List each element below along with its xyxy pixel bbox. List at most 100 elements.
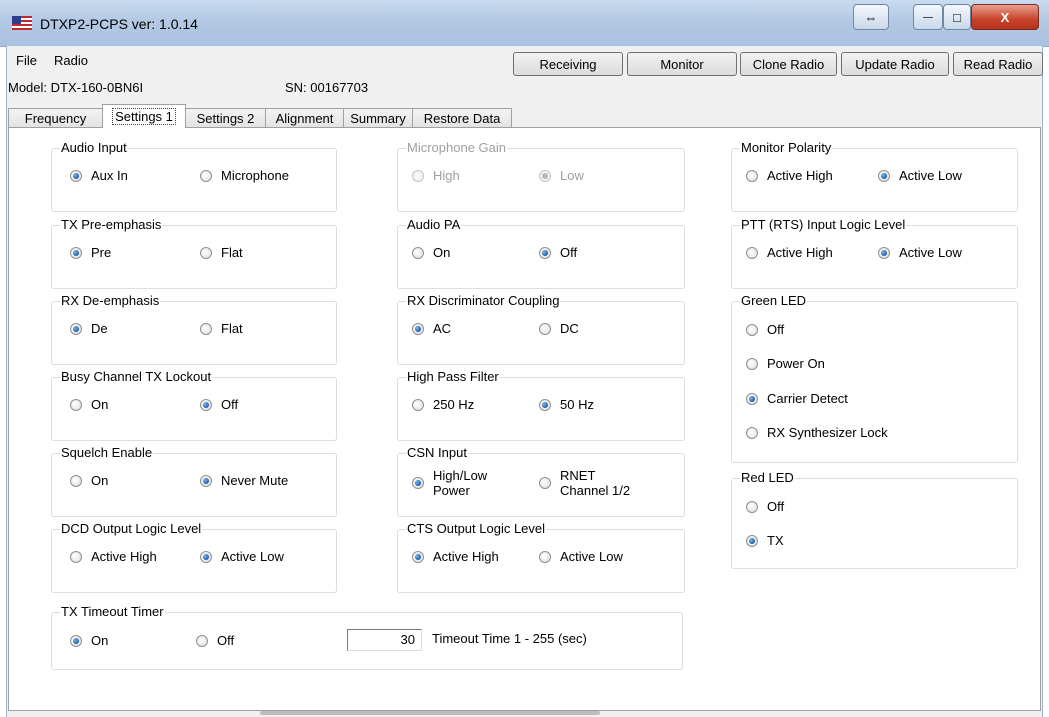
- red-led-tx-radio[interactable]: TX: [746, 533, 784, 548]
- monitor-button[interactable]: Monitor: [627, 52, 737, 76]
- rx-deemphasis-de-radio[interactable]: De: [70, 321, 108, 336]
- timeout-time-label: Timeout Time 1 - 255 (sec): [432, 631, 587, 646]
- radio-button[interactable]: [539, 398, 551, 411]
- radio-button[interactable]: [878, 246, 890, 259]
- monitor-active-high-radio[interactable]: Active High: [746, 168, 833, 183]
- read-radio-button[interactable]: Read Radio: [953, 52, 1043, 76]
- group-label: Green LED: [740, 293, 808, 309]
- rx-deemphasis-flat-radio[interactable]: Flat: [200, 321, 243, 336]
- csn-rnet-channel-radio[interactable]: RNET Channel 1/2: [539, 468, 640, 498]
- group-label: Monitor Polarity: [740, 140, 833, 156]
- green-led-carrier-detect-radio[interactable]: Carrier Detect: [746, 391, 848, 406]
- tx-preemphasis-flat-radio[interactable]: Flat: [200, 245, 243, 260]
- rx-deemphasis-group: RX De-emphasis De Flat: [51, 293, 337, 365]
- update-radio-button[interactable]: Update Radio: [841, 52, 949, 76]
- rx-disc-ac-radio[interactable]: AC: [412, 321, 451, 336]
- radio-button[interactable]: [200, 322, 212, 335]
- radio-button[interactable]: [70, 246, 82, 259]
- radio-button[interactable]: [746, 357, 758, 370]
- busy-channel-off-radio[interactable]: Off: [200, 397, 238, 412]
- audio-input-aux-in-radio[interactable]: Aux In: [70, 168, 128, 183]
- horizontal-scrollbar[interactable]: [260, 711, 600, 715]
- clone-radio-button[interactable]: Clone Radio: [740, 52, 837, 76]
- ptt-active-low-radio[interactable]: Active Low: [878, 245, 962, 260]
- radio-button[interactable]: [746, 169, 758, 182]
- cts-output-group: CTS Output Logic Level Active High Activ…: [397, 521, 685, 593]
- cts-active-low-radio[interactable]: Active Low: [539, 549, 623, 564]
- rx-disc-dc-radio[interactable]: DC: [539, 321, 579, 336]
- radio-button[interactable]: [412, 477, 424, 489]
- dcd-active-high-radio[interactable]: Active High: [70, 549, 157, 564]
- radio-button[interactable]: [539, 550, 551, 563]
- tab-settings-2[interactable]: Settings 2: [185, 108, 266, 127]
- us-flag-icon: [12, 16, 32, 30]
- radio-button[interactable]: [70, 322, 82, 335]
- radio-button[interactable]: [746, 392, 758, 405]
- tab-settings-1[interactable]: Settings 1: [102, 104, 186, 128]
- audio-pa-off-radio[interactable]: Off: [539, 245, 577, 260]
- close-button[interactable]: X: [971, 4, 1039, 30]
- cts-active-high-radio[interactable]: Active High: [412, 549, 499, 564]
- title-bar: DTXP2-PCPS ver: 1.0.14 ⇔ — □ X: [0, 0, 1049, 47]
- tx-preemphasis-group: TX Pre-emphasis Pre Flat: [51, 217, 337, 289]
- minimize-button[interactable]: —: [913, 4, 943, 30]
- group-label: Squelch Enable: [60, 445, 154, 461]
- radio-button[interactable]: [70, 169, 82, 182]
- radio-button[interactable]: [70, 634, 82, 647]
- radio-button[interactable]: [200, 474, 212, 487]
- tab-summary[interactable]: Summary: [343, 108, 413, 127]
- radio-button[interactable]: [70, 550, 82, 563]
- radio-button[interactable]: [196, 634, 208, 647]
- audio-pa-on-radio[interactable]: On: [412, 245, 450, 260]
- radio-button[interactable]: [746, 500, 758, 513]
- radio-button[interactable]: [878, 169, 890, 182]
- csn-high-low-power-radio[interactable]: High/Low Power: [412, 468, 497, 498]
- radio-button[interactable]: [200, 169, 212, 182]
- ptt-active-high-radio[interactable]: Active High: [746, 245, 833, 260]
- tab-restore-data[interactable]: Restore Data: [412, 108, 512, 127]
- group-label: PTT (RTS) Input Logic Level: [740, 217, 907, 233]
- hpf-250hz-radio[interactable]: 250 Hz: [412, 397, 474, 412]
- mic-gain-high-radio: High: [412, 168, 460, 183]
- radio-button[interactable]: [200, 246, 212, 259]
- tab-alignment[interactable]: Alignment: [265, 108, 344, 127]
- busy-channel-on-radio[interactable]: On: [70, 397, 108, 412]
- radio-button[interactable]: [539, 246, 551, 259]
- red-led-off-radio[interactable]: Off: [746, 499, 784, 514]
- tx-timeout-off-radio[interactable]: Off: [196, 633, 234, 648]
- tx-preemphasis-pre-radio[interactable]: Pre: [70, 245, 111, 260]
- timeout-time-input[interactable]: 30: [347, 629, 422, 651]
- dcd-active-low-radio[interactable]: Active Low: [200, 549, 284, 564]
- green-led-off-radio[interactable]: Off: [746, 322, 784, 337]
- green-led-group: Green LED Off Power On Carrier Detect RX…: [731, 293, 1018, 463]
- radio-button[interactable]: [746, 534, 758, 547]
- monitor-active-low-radio[interactable]: Active Low: [878, 168, 962, 183]
- radio-button[interactable]: [200, 398, 212, 411]
- radio-button[interactable]: [539, 322, 551, 335]
- green-led-power-on-radio[interactable]: Power On: [746, 356, 825, 371]
- audio-input-microphone-radio[interactable]: Microphone: [200, 168, 289, 183]
- maximize-button[interactable]: □: [943, 4, 971, 30]
- green-led-rx-synth-lock-radio[interactable]: RX Synthesizer Lock: [746, 425, 888, 440]
- switch-window-button[interactable]: ⇔: [853, 4, 889, 30]
- radio-button[interactable]: [412, 398, 424, 411]
- radio-button[interactable]: [746, 426, 758, 439]
- squelch-never-mute-radio[interactable]: Never Mute: [200, 473, 288, 488]
- radio-button[interactable]: [70, 474, 82, 487]
- radio-button[interactable]: [412, 246, 424, 259]
- menu-file[interactable]: File: [16, 53, 37, 68]
- radio-button[interactable]: [746, 246, 758, 259]
- tx-timeout-on-radio[interactable]: On: [70, 633, 108, 648]
- mic-gain-low-radio: Low: [539, 168, 584, 183]
- receiving-button[interactable]: Receiving: [513, 52, 623, 76]
- tab-frequency[interactable]: Frequency: [8, 108, 103, 127]
- radio-button[interactable]: [539, 477, 551, 489]
- radio-button[interactable]: [200, 550, 212, 563]
- hpf-50hz-radio[interactable]: 50 Hz: [539, 397, 594, 412]
- radio-button[interactable]: [70, 398, 82, 411]
- radio-button[interactable]: [412, 550, 424, 563]
- radio-button[interactable]: [412, 322, 424, 335]
- menu-radio[interactable]: Radio: [54, 53, 88, 68]
- squelch-on-radio[interactable]: On: [70, 473, 108, 488]
- radio-button[interactable]: [746, 323, 758, 336]
